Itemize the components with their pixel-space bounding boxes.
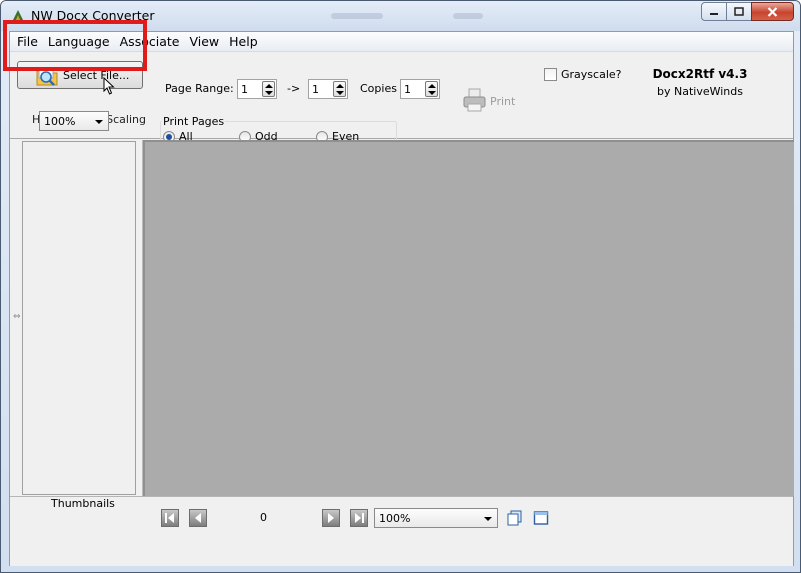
menu-view[interactable]: View	[184, 34, 224, 49]
last-page-icon	[355, 513, 364, 523]
previous-page-button[interactable]	[189, 509, 207, 527]
thumbnails-pane[interactable]	[22, 141, 136, 495]
page-to-value: 1	[312, 83, 319, 96]
next-page-icon	[328, 513, 334, 523]
page-from-value: 1	[241, 83, 248, 96]
dropdown-arrow-icon	[95, 120, 103, 124]
multi-page-view-icon[interactable]	[507, 510, 523, 526]
copies-stepper[interactable]: 1	[400, 79, 440, 99]
product-name: Docx2Rtf v4.3	[652, 67, 748, 81]
zoom-dropdown[interactable]: 100%	[374, 508, 498, 528]
document-view[interactable]	[143, 140, 794, 496]
toolbar: Select File... HTML Import Scaling 100% …	[10, 52, 793, 145]
zoom-value: 100%	[379, 512, 411, 525]
print-label: Print	[490, 95, 516, 108]
page-from-stepper[interactable]: 1	[237, 79, 277, 99]
range-arrow-text: ->	[287, 82, 301, 95]
spin-arrows-icon[interactable]	[333, 81, 346, 97]
printer-icon	[463, 88, 486, 112]
select-file-label: Select File...	[63, 69, 130, 82]
spin-arrows-icon[interactable]	[425, 81, 438, 97]
print-button[interactable]: Print	[462, 87, 522, 113]
copies-value: 1	[404, 83, 411, 96]
blurred-title-text	[331, 13, 383, 19]
dropdown-arrow-icon	[484, 517, 492, 521]
page-to-stepper[interactable]: 1	[308, 79, 348, 99]
select-file-button[interactable]: Select File...	[17, 61, 143, 95]
last-page-button[interactable]	[350, 509, 368, 527]
menu-associate[interactable]: Associate	[115, 34, 185, 49]
brand-block: Docx2Rtf v4.3 by NativeWinds	[640, 67, 760, 98]
first-page-icon	[165, 513, 174, 523]
folder-search-icon	[36, 67, 58, 86]
product-vendor: by NativeWinds	[657, 85, 743, 98]
minimize-icon	[710, 12, 718, 15]
grayscale-label: Grayscale?	[561, 68, 622, 81]
app-window: NW Docx Converter File Language Associat…	[0, 0, 801, 573]
window-title: NW Docx Converter	[31, 8, 155, 23]
navigation-bar	[10, 496, 793, 566]
spin-arrows-icon[interactable]	[262, 81, 275, 97]
app-icon	[12, 10, 24, 23]
client-area: File Language Associate View Help Select…	[9, 31, 794, 566]
caption-buttons	[701, 2, 794, 21]
print-pages-label: Print Pages	[162, 115, 226, 128]
maximize-button[interactable]	[726, 2, 752, 21]
single-page-view-icon[interactable]	[533, 510, 549, 526]
first-page-button[interactable]	[161, 509, 179, 527]
menu-bar: File Language Associate View Help	[10, 32, 793, 52]
next-page-button[interactable]	[322, 509, 340, 527]
blurred-title-text	[453, 13, 483, 19]
scaling-value: 100%	[44, 115, 76, 128]
menu-help[interactable]: Help	[224, 34, 263, 49]
menu-file[interactable]: File	[12, 34, 43, 49]
close-button[interactable]	[751, 2, 794, 21]
maximize-icon	[734, 7, 744, 16]
close-icon	[767, 6, 778, 17]
mouse-cursor-icon	[103, 77, 115, 95]
menu-language[interactable]: Language	[43, 34, 115, 49]
minimize-button[interactable]	[701, 2, 727, 21]
scaling-dropdown[interactable]: 100%	[39, 111, 109, 131]
thumbnails-label: Thumbnails	[51, 497, 115, 510]
title-bar[interactable]: NW Docx Converter	[1, 1, 800, 31]
page-number: 0	[260, 511, 267, 524]
copies-label: Copies	[360, 82, 397, 95]
previous-page-icon	[195, 513, 201, 523]
page-range-label: Page Range:	[165, 82, 234, 95]
splitter-grip-icon[interactable]: ⇔	[13, 312, 21, 322]
grayscale-checkbox[interactable]	[544, 68, 557, 81]
